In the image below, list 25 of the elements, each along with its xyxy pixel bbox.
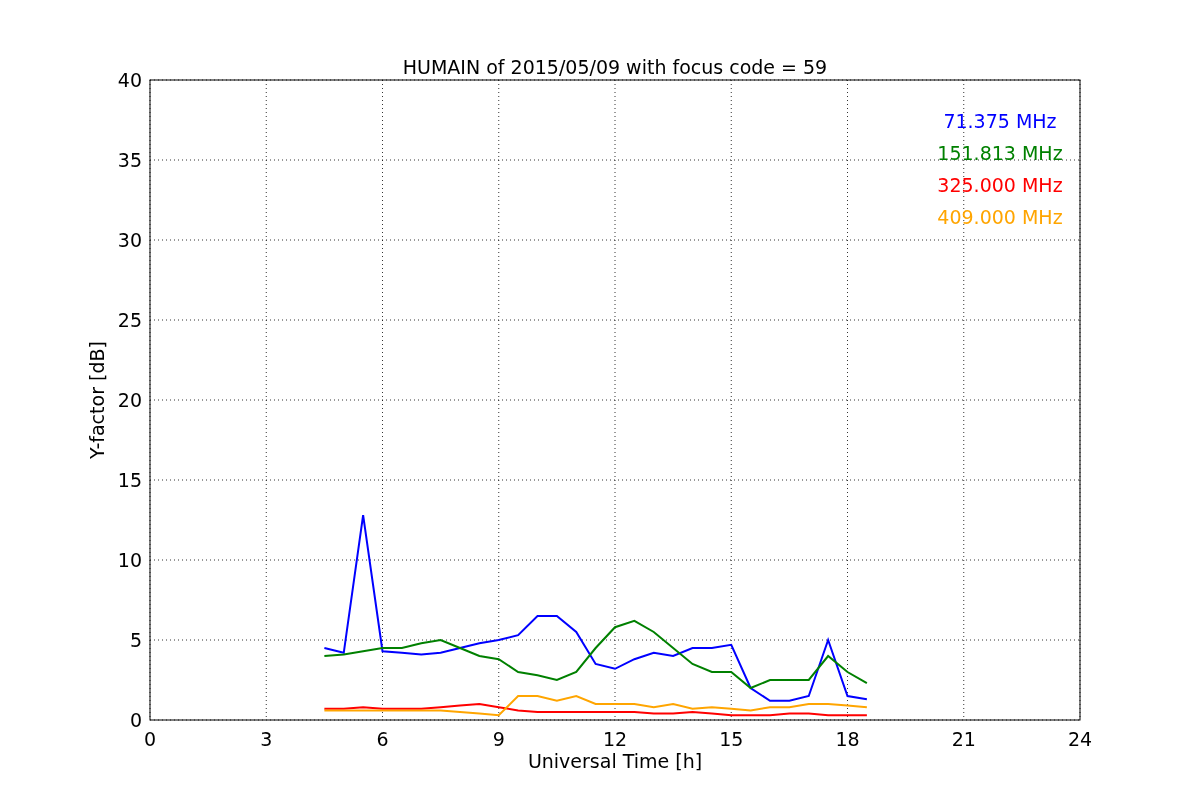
y-tick-label: 35 [117,149,142,171]
x-tick-label: 12 [602,728,628,750]
x-tick-label: 24 [1067,728,1093,750]
y-tick-label: 30 [117,229,142,251]
x-tick-label: 15 [719,728,744,750]
legend-label: 409.000 MHz [937,206,1063,228]
x-axis-label: Universal Time [h] [527,750,703,772]
x-tick-label: 18 [835,728,860,750]
x-tick-label: 21 [951,728,976,750]
x-tick-label: 0 [143,728,157,750]
x-tick-label: 9 [492,728,505,750]
chart-title: HUMAIN of 2015/05/09 with focus code = 59 [402,56,828,78]
y-tick-label: 0 [129,709,142,731]
y-tick-label: 20 [117,389,142,411]
y-tick-label: 10 [117,549,142,571]
legend-label: 325.000 MHz [937,174,1063,196]
y-tick-label: 15 [117,469,142,491]
legend-label: 151.813 MHz [937,142,1063,164]
y-axis-label: Y-factor [dB] [86,341,108,459]
x-tick-label: 3 [260,728,273,750]
x-tick-label: 6 [376,728,389,750]
y-tick-label: 40 [117,69,142,91]
y-tick-label: 5 [129,629,142,651]
legend-label: 71.375 MHz [943,110,1057,132]
y-tick-label: 25 [117,309,142,331]
